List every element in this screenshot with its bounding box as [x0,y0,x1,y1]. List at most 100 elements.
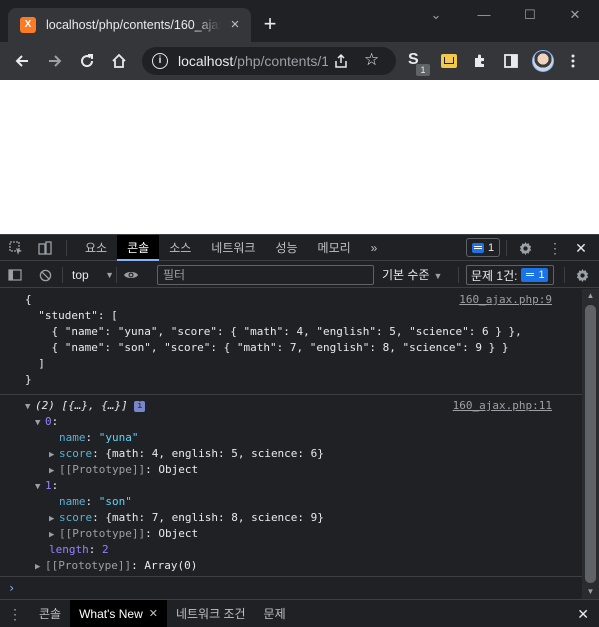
property-row[interactable]: ▶ [[Prototype]]: Array(0) [25,558,582,574]
levels-label: 기본 수준 [382,268,430,282]
property-key: score [59,447,93,460]
console-text-line: "student": [ [25,309,118,322]
url-text[interactable]: localhost/php/contents/160_ajax.php [178,53,328,69]
collapsed-triangle-icon[interactable]: ▶ [35,559,45,575]
chrome-menu-icon[interactable] [562,50,584,72]
info-icon[interactable]: i [134,400,146,412]
close-drawer-icon[interactable]: ✕ [577,606,589,623]
home-icon[interactable] [108,50,130,72]
new-tab-button[interactable]: + [258,13,282,37]
console-sidebar-icon[interactable] [6,266,24,284]
close-devtools-icon[interactable]: ✕ [572,239,590,257]
tab-network[interactable]: 네트워크 [201,235,265,261]
tab-title: localhost/php/contents/160_ajax.php [46,18,221,32]
site-info-icon[interactable]: i [152,53,168,69]
drawer-tab-whats-new[interactable]: What's New ✕ [70,600,167,627]
property-row[interactable]: ▶ score: {math: 4, english: 5, science: 6… [25,446,582,462]
tab-strip: X localhost/php/contents/160_ajax.php × … [0,0,599,42]
drawer-menu-icon[interactable]: ⋮ [0,606,30,623]
source-link[interactable]: 160_ajax.php:9 [459,292,552,308]
collapsed-triangle-icon[interactable]: ▶ [49,447,59,463]
expanded-triangle-icon[interactable]: ▼ [35,479,45,495]
clear-console-icon[interactable] [36,266,54,284]
array-item-row[interactable]: ▼ 0: [25,414,582,430]
scrollbar-thumb[interactable] [585,305,596,583]
url-path: /php/contents/160_ajax.php [233,53,328,69]
toolbar-divider [564,267,565,283]
back-arrow-icon[interactable] [11,50,33,72]
share-icon[interactable] [333,53,349,72]
property-value: {math: 4, english: 5, science: 6} [105,447,324,460]
extensions-puzzle-icon[interactable] [469,50,491,72]
inspect-element-icon[interactable] [0,239,32,257]
property-row[interactable]: ▶ [[Prototype]]: Object [25,526,582,542]
array-item-row[interactable]: ▼ 1: [25,478,582,494]
browser-tab[interactable]: X localhost/php/contents/160_ajax.php × [8,8,251,42]
drawer-tab-issues[interactable]: 문제 [255,600,295,627]
issues-pill: 1 [521,268,548,282]
tab-search-icon[interactable]: ⌄ [424,5,448,25]
tab-close-icon[interactable]: × [227,17,243,33]
devtools-menu-icon[interactable]: ⋮ [546,239,564,257]
console-prompt-input[interactable]: › [0,577,582,599]
collapsed-triangle-icon[interactable]: ▶ [49,511,59,527]
reload-icon[interactable] [76,50,98,72]
console-output[interactable]: 160_ajax.php:9 { "student": [ { "name": … [0,289,582,599]
context-selector[interactable]: top ▼ [66,266,116,284]
url-host: localhost [178,53,234,69]
address-bar[interactable]: i localhost/php/contents/160_ajax.php ☆ [142,47,396,75]
issues-counter-button[interactable]: 1 [466,238,500,257]
console-filter-input[interactable]: 필터 [157,265,374,285]
issue-message-icon [471,242,484,253]
array-index: 0 [45,415,52,428]
device-toolbar-icon[interactable] [32,239,58,257]
log-levels-dropdown[interactable]: 기본 수준 ▼ [382,266,442,283]
property-key: name [59,431,86,444]
issue-message-icon [524,270,536,280]
tab-sources[interactable]: 소스 [159,235,201,261]
tab-performance[interactable]: 성능 [265,235,307,261]
tab-memory[interactable]: 메모리 [308,235,361,261]
more-tabs-chevron-icon[interactable]: » [361,235,388,261]
browser-toolbar: i localhost/php/contents/160_ajax.php ☆ … [0,42,599,80]
toolbar-divider [116,267,117,283]
settings-gear-icon[interactable] [516,239,534,257]
length-row: length: 2 [49,543,109,556]
tab-console[interactable]: 콘솔 [117,234,160,261]
page-viewport[interactable] [0,80,599,234]
minimize-button[interactable]: — [472,5,496,25]
context-value: top [72,268,89,282]
property-row[interactable]: ▶ score: {math: 7, english: 8, science: 9… [25,510,582,526]
browser-window: X localhost/php/contents/160_ajax.php × … [0,0,599,627]
profile-avatar[interactable] [532,50,554,72]
issues-button[interactable]: 문제 1건: 1 [466,265,554,285]
expanded-triangle-icon[interactable]: ▼ [25,399,35,415]
live-expression-eye-icon[interactable] [122,266,140,284]
close-tab-icon[interactable]: ✕ [149,600,158,627]
collapsed-triangle-icon[interactable]: ▶ [49,463,59,479]
console-text-line: } [25,373,32,386]
tab-elements[interactable]: 요소 [75,235,117,261]
drawer-tab-network-conditions[interactable]: 네트워크 조건 [167,600,255,627]
forward-arrow-icon[interactable] [44,50,66,72]
collapsed-triangle-icon[interactable]: ▶ [49,527,59,543]
source-link[interactable]: 160_ajax.php:11 [453,398,552,414]
console-text-line: ] [25,357,45,370]
property-row[interactable]: ▶ [[Prototype]]: Object [25,462,582,478]
property-key: length [49,543,89,556]
side-panel-icon[interactable] [500,50,522,72]
console-message-array[interactable]: 160_ajax.php:11 ▼ (2) [{…}, {…}] i ▼ 0: na… [0,395,582,577]
console-scrollbar[interactable]: ▲ ▼ [582,289,599,599]
scroll-down-arrow-icon[interactable]: ▼ [582,585,599,599]
console-settings-gear-icon[interactable] [573,266,591,284]
drawer-tab-console[interactable]: 콘솔 [30,600,70,627]
expanded-triangle-icon[interactable]: ▼ [35,415,45,431]
close-window-button[interactable]: ✕ [563,5,587,25]
extension-folder-icon[interactable] [441,54,457,68]
property-value: "son" [98,495,132,508]
console-message-json[interactable]: 160_ajax.php:9 { "student": [ { "name": … [0,289,582,395]
property-value: 2 [102,543,109,556]
scroll-up-arrow-icon[interactable]: ▲ [582,289,599,303]
bookmark-star-icon[interactable]: ☆ [364,50,379,70]
maximize-button[interactable]: ☐ [518,5,542,25]
